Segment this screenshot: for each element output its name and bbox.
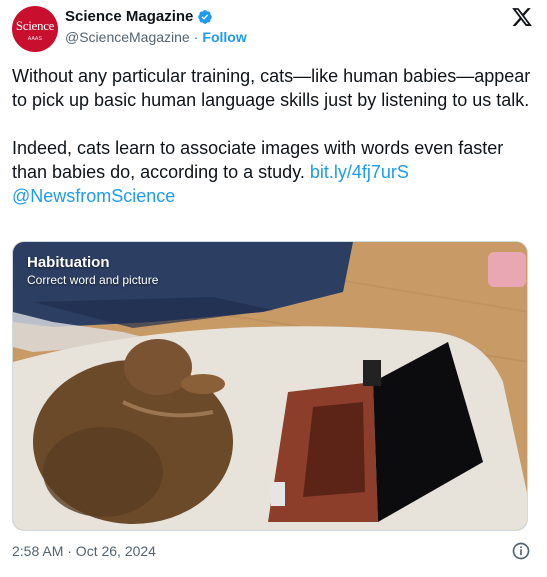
avatar-logo-text: Science — [15, 17, 55, 33]
tweet-paragraph-2-text: Indeed, cats learn to associate images w… — [12, 138, 504, 182]
tweet-paragraph-1: Without any particular training, cats—li… — [12, 66, 531, 110]
tweet-timestamp[interactable]: 2:58 AM · Oct 26, 2024 — [12, 543, 156, 559]
author-handle[interactable]: @ScienceMagazine — [65, 29, 190, 45]
avatar-logo-subtext: AAAS — [27, 35, 43, 42]
video-overlay-title: Habituation — [27, 254, 110, 271]
tweet-paragraph-2: Indeed, cats learn to associate images w… — [12, 136, 532, 208]
separator-dot: · — [193, 29, 199, 45]
video-overlay-subtitle: Correct word and picture — [27, 273, 159, 287]
mention-link[interactable]: @NewsfromScience — [12, 186, 175, 206]
info-icon[interactable] — [511, 541, 531, 561]
follow-button[interactable]: Follow — [202, 29, 246, 45]
tweet-footer: 2:58 AM · Oct 26, 2024 — [12, 541, 535, 561]
tweet-header: Science AAAS Science Magazine @ScienceMa… — [12, 6, 535, 52]
tweet-link[interactable]: bit.ly/4fj7urS — [310, 162, 409, 182]
tweet-video[interactable]: Habituation Correct word and picture — [12, 241, 528, 531]
x-logo-icon[interactable] — [511, 6, 533, 28]
author-name[interactable]: Science Magazine — [65, 8, 193, 25]
tweet-body: Without any particular training, cats—li… — [12, 64, 532, 208]
verified-badge-icon — [198, 9, 213, 24]
author-name-row: Science Magazine — [65, 8, 213, 25]
avatar[interactable]: Science AAAS — [12, 6, 58, 52]
author-handle-row: @ScienceMagazine · Follow — [65, 29, 247, 45]
